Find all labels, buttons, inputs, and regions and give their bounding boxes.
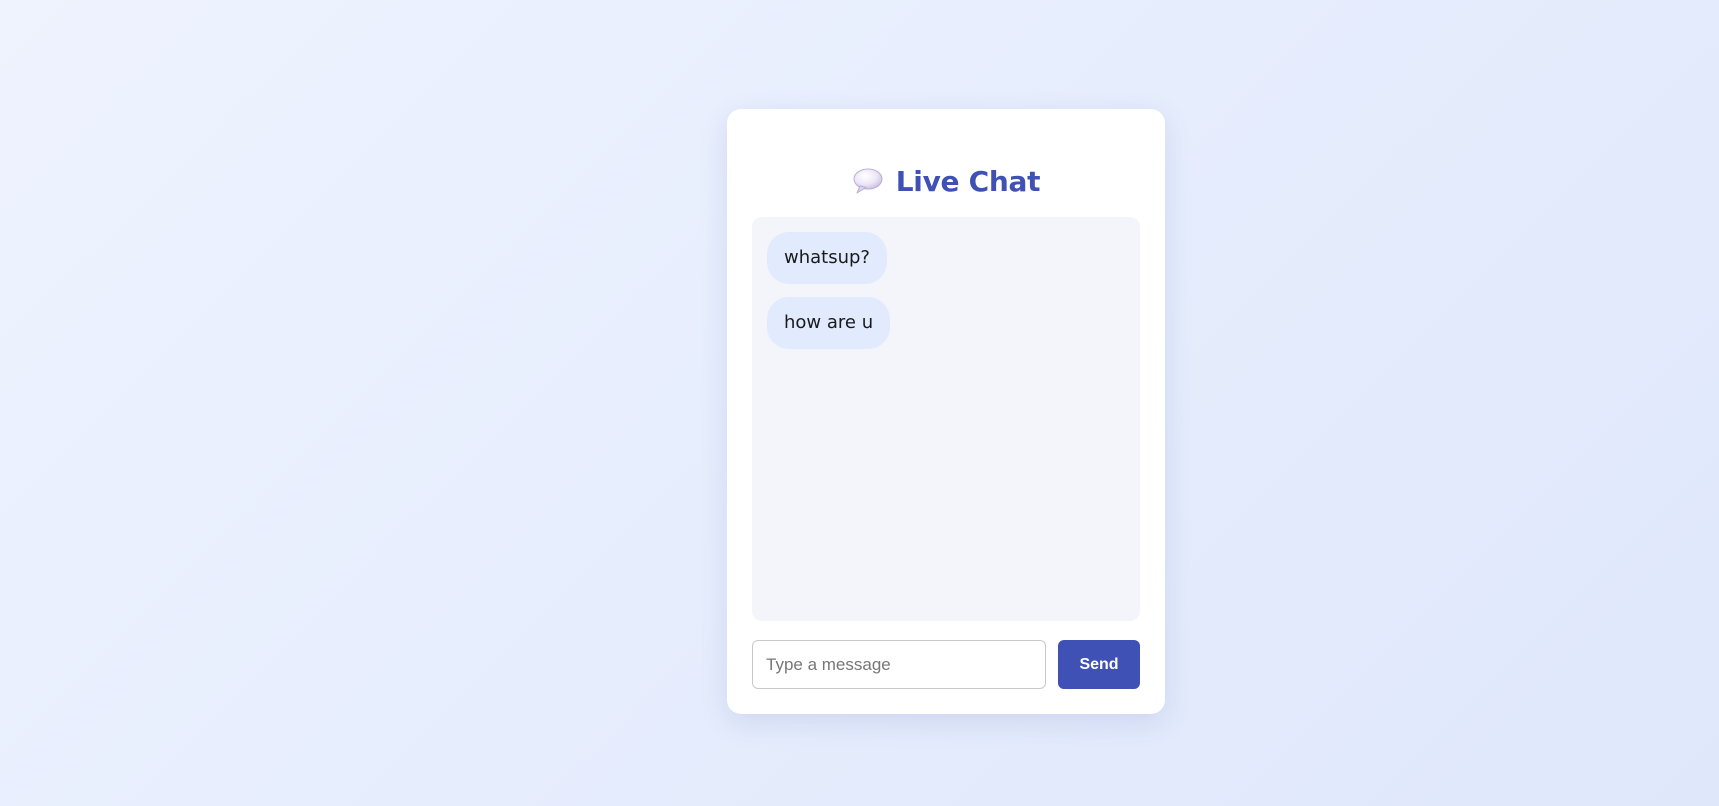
message-input[interactable] (752, 640, 1046, 689)
page-title: Live Chat (895, 164, 1041, 198)
send-button[interactable]: Send (1058, 640, 1140, 689)
chat-header: Live Chat (727, 161, 1165, 201)
message-composer: Send (752, 640, 1140, 689)
chat-card: Live Chat whatsup? how are u Send (727, 109, 1165, 714)
messages-list[interactable]: whatsup? how are u (752, 217, 1140, 621)
message-bubble: how are u (767, 297, 891, 349)
message-bubble: whatsup? (767, 232, 887, 284)
speech-bubble-icon (852, 166, 884, 196)
